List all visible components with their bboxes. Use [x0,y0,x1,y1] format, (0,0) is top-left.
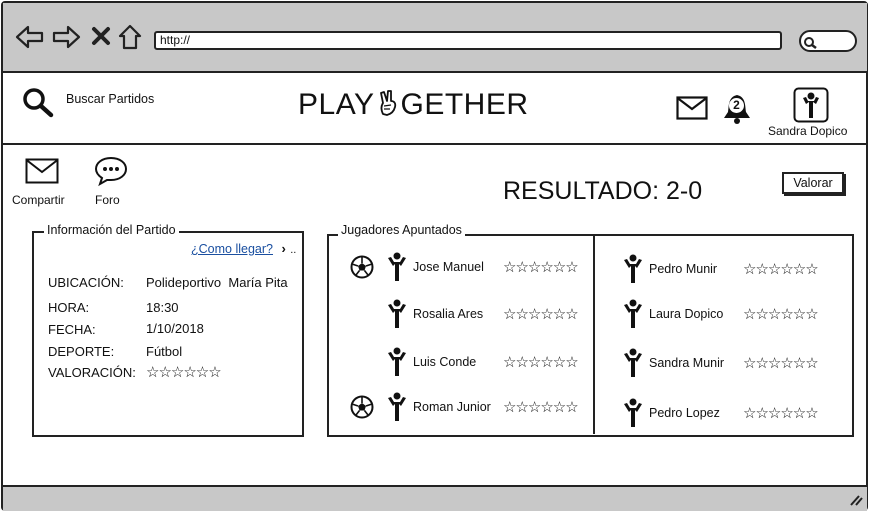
time-label: HORA: [48,300,90,315]
player-name[interactable]: Jose Manuel [413,260,484,274]
player-name[interactable]: Pedro Lopez [649,406,720,420]
home-icon[interactable] [118,24,142,50]
player-icon [622,254,644,289]
directions-link[interactable]: ¿Como llegar? [191,242,273,256]
player-name[interactable]: Pedro Munir [649,262,717,276]
player-rating-stars[interactable]: ☆☆☆☆☆☆ [743,260,819,278]
player-rating-stars[interactable]: ☆☆☆☆☆☆ [503,258,579,276]
url-input[interactable]: http:// [154,31,782,50]
share-mail-icon[interactable] [25,158,59,184]
player-rating-stars[interactable]: ☆☆☆☆☆☆ [503,398,579,416]
location-value: Polideportivo María Pita [146,275,288,290]
player-rating-stars[interactable]: ☆☆☆☆☆☆ [743,305,819,323]
resize-handle-icon[interactable] [849,494,863,506]
player-icon [622,299,644,334]
rating-label: VALORACIÓN: [48,365,136,380]
logo-text-right: GETHER [400,88,529,121]
more-dots: .. [290,244,297,256]
browser-status-bar [3,485,867,511]
player-name[interactable]: Luis Conde [413,355,476,369]
player-rating-stars[interactable]: ☆☆☆☆☆☆ [743,404,819,422]
logo-text-left: PLAY [298,88,375,121]
directions-row[interactable]: ¿Como llegar? › .. [191,240,296,258]
player-name[interactable]: Rosalia Ares [413,307,483,321]
soccer-ball-icon [350,255,374,284]
player-icon [386,347,408,382]
time-value: 18:30 [146,300,179,315]
player-rating-stars[interactable]: ☆☆☆☆☆☆ [503,305,579,323]
user-avatar-icon[interactable] [793,87,829,123]
player-icon [622,348,644,383]
forum-chat-icon[interactable] [94,156,128,187]
share-button[interactable]: Compartir [12,193,65,207]
player-name[interactable]: Roman Junior [413,400,491,414]
notification-count-badge: 2 [729,98,744,113]
players-divider [593,234,595,434]
user-name[interactable]: Sandra Dopico [768,124,847,138]
match-info-legend: Información del Partido [44,223,179,237]
date-value: 1/10/2018 [146,321,204,336]
sport-value: Fútbol [146,344,183,359]
soccer-ball-icon [350,395,374,424]
player-icon [386,252,408,287]
sport-label: DEPORTE: [48,344,115,359]
search-icon[interactable] [22,87,54,118]
player-name[interactable]: Laura Dopico [649,307,723,321]
forum-button[interactable]: Foro [95,193,120,207]
date-label: FECHA: [48,322,96,337]
location-label: UBICACIÓN: [48,275,124,290]
player-rating-stars[interactable]: ☆☆☆☆☆☆ [503,353,579,371]
player-rating-stars[interactable]: ☆☆☆☆☆☆ [743,354,819,372]
browser-search-icon [804,37,817,49]
search-matches-link[interactable]: Buscar Partidos [66,92,154,106]
back-arrow-icon[interactable] [15,25,45,51]
player-icon [386,392,408,427]
chevron-right-icon: › [281,241,286,256]
players-legend: Jugadores Apuntados [338,223,465,237]
player-icon [386,299,408,334]
forward-arrow-icon[interactable] [52,25,82,51]
player-name[interactable]: Sandra Munir [649,356,724,370]
rate-button[interactable]: Valorar [782,172,844,194]
mail-icon[interactable] [676,96,708,120]
peace-hand-icon [379,90,396,116]
match-rating-stars[interactable]: ☆☆☆☆☆☆ [146,363,222,381]
match-result: RESULTADO: 2-0 [503,177,703,205]
player-icon [622,398,644,433]
app-logo: PLAY GETHER [298,88,529,122]
close-icon[interactable] [92,27,110,45]
